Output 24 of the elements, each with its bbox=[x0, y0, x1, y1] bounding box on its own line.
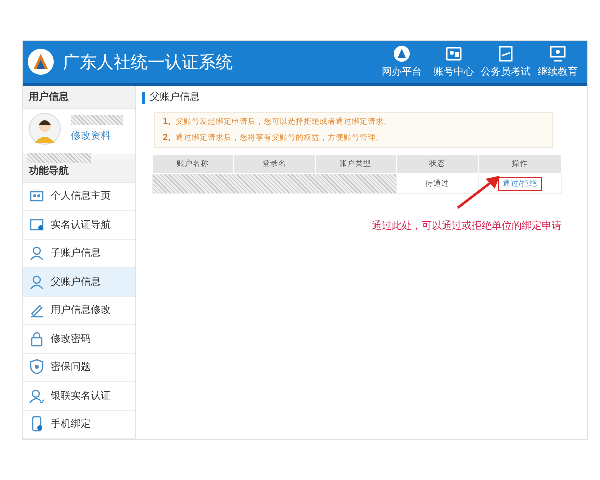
nav-item[interactable]: 继续教育 bbox=[533, 45, 583, 79]
logo-icon bbox=[27, 48, 55, 76]
page-title: 父账户信息 bbox=[142, 92, 573, 104]
nav-item[interactable]: 网办平台 bbox=[377, 45, 427, 79]
redacted-block bbox=[71, 115, 123, 125]
user-check-icon bbox=[29, 388, 45, 404]
nav-item[interactable]: 账号中心 bbox=[429, 45, 479, 79]
edit-profile-link[interactable]: 修改资料 bbox=[71, 129, 111, 143]
app-title: 广东人社统一认证系统 bbox=[63, 52, 234, 74]
nav-item[interactable]: 公务员考试 bbox=[481, 45, 531, 79]
id-card-icon bbox=[445, 45, 463, 63]
mountain-icon bbox=[393, 45, 411, 63]
avatar-icon bbox=[29, 113, 61, 145]
sidebar-item[interactable]: 父账户信息 bbox=[23, 268, 135, 296]
annotation-text: 通过此处，可以通过或拒绝单位的绑定申请 bbox=[372, 220, 562, 233]
user-icon bbox=[29, 245, 45, 262]
monitor-icon bbox=[549, 45, 567, 63]
shield-icon bbox=[29, 359, 45, 376]
card-icon bbox=[29, 216, 45, 233]
section-header: 用户信息 bbox=[23, 86, 135, 109]
arrow-icon bbox=[456, 174, 502, 210]
redacted-block bbox=[27, 153, 91, 163]
lock-icon bbox=[29, 330, 45, 347]
user-icon bbox=[29, 274, 45, 290]
